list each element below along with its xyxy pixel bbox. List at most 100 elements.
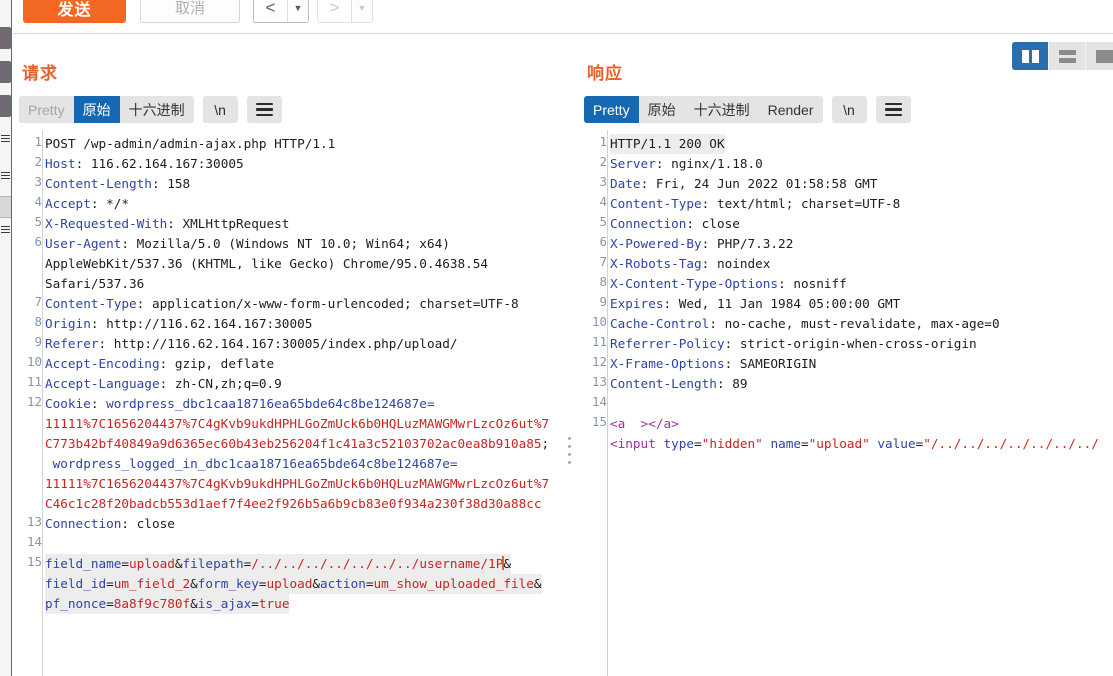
line-number: 7 (599, 254, 607, 269)
code-line: <input type="hidden" name="upload" value… (610, 434, 1099, 454)
response-editor[interactable]: 1 2 3 4 5 6 7 8 9 10 11 12 13 14 15 HTTP/1.1 200 OK Ser… (578, 130, 1113, 676)
code-span: 11111%7C1656204437%7C4gKvb9ukdHPHLGoZmUc… (45, 416, 550, 431)
side-tab-selected[interactable] (0, 196, 11, 218)
code-span: Expires (610, 296, 664, 311)
line-number: 1 (599, 134, 607, 149)
layout-vertical-split-button[interactable] (1012, 42, 1049, 70)
code-span: & (503, 556, 511, 571)
line-number: 11 (26, 374, 42, 389)
code-span: "hidden" (701, 436, 771, 451)
line-number: 5 (599, 214, 607, 229)
code-line: X-Content-Type-Options: nosniff (610, 274, 847, 294)
code-span: = (121, 556, 130, 571)
line-number: 10 (591, 314, 607, 329)
code-span: HTTP/1.1 200 OK (610, 136, 725, 151)
code-span: wordpress_logged_in_dbc1caa18716ea65bde6… (45, 456, 458, 471)
code-span: : XMLHttpRequest (167, 216, 290, 231)
code-span: 11111%7C1656204437%7C4gKvb9ukdHPHLGoZmUc… (45, 476, 550, 491)
code-span: X-Frame-Options (610, 356, 725, 371)
response-tab-2[interactable]: 十六进制 (685, 96, 759, 123)
code-span: & (312, 576, 321, 591)
code-line: Content-Length: 158 (45, 174, 190, 194)
code-span: <a ></a> (610, 416, 679, 431)
code-line: HTTP/1.1 200 OK (610, 134, 725, 154)
code-span: User-Agent (45, 236, 122, 251)
code-line: Safari/537.36 (45, 274, 144, 294)
code-span: : zh-CN,zh;q=0.9 (159, 376, 282, 391)
code-line: <a ></a> (610, 414, 679, 434)
code-span: : http://116.62.164.167:30005/index.php/… (98, 336, 458, 351)
response-menu-button[interactable] (875, 96, 911, 123)
code-line: Connection: close (610, 214, 740, 234)
code-span: name (770, 436, 801, 451)
response-newline-button[interactable]: \n (831, 96, 867, 123)
code-span: Cookie (45, 396, 91, 411)
request-menu-button[interactable] (246, 96, 282, 123)
code-line: Content-Length: 89 (610, 374, 748, 394)
line-number: 12 (26, 394, 42, 409)
code-line: Host: 116.62.164.167:30005 (45, 154, 244, 174)
back-dropdown-caret-icon[interactable]: ▼ (288, 0, 308, 22)
side-menu-icon-1[interactable] (0, 133, 11, 144)
request-newline-button[interactable]: \n (202, 96, 238, 123)
send-button[interactable]: 发送 (23, 0, 126, 23)
line-number: 4 (599, 194, 607, 209)
code-span: X-Powered-By (610, 236, 702, 251)
horizontal-split-icon (1058, 49, 1076, 63)
response-tab-0[interactable]: Pretty (584, 96, 639, 123)
layout-horizontal-split-button[interactable] (1049, 42, 1086, 70)
code-line: X-Powered-By: PHP/7.3.22 (610, 234, 793, 254)
line-number: 14 (26, 534, 42, 549)
code-span: : */* (90, 196, 130, 211)
side-tab-handle-3[interactable] (0, 95, 11, 117)
side-menu-icon-2[interactable] (0, 170, 11, 181)
code-span: Content-Type (45, 296, 137, 311)
code-span: : no-cache, must-revalidate, max-age=0 (709, 316, 1000, 331)
line-number: 12 (591, 354, 607, 369)
code-line: Date: Fri, 24 Jun 2022 01:58:58 GMT (610, 174, 877, 194)
side-tab-handle-2[interactable] (0, 61, 11, 83)
code-line: Expires: Wed, 11 Jan 1984 05:00:00 GMT (610, 294, 900, 314)
code-line: Referrer-Policy: strict-origin-when-cros… (610, 334, 977, 354)
code-span: = (106, 596, 114, 611)
code-line: C46c1c28f20badcb553d1aef7f4ee2f926b5a6b9… (45, 494, 542, 514)
code-line: Cookie: wordpress_dbc1caa18716ea65bde64c… (45, 394, 435, 414)
vertical-split-icon (1021, 49, 1039, 63)
line-number: 2 (599, 154, 607, 169)
line-number: 1 (34, 134, 42, 149)
code-line: Accept-Language: zh-CN,zh;q=0.9 (45, 374, 282, 394)
side-tab-handle-1[interactable] (0, 27, 11, 49)
back-button-group[interactable]: < ▼ (253, 0, 309, 23)
side-menu-icon-3[interactable] (0, 224, 11, 235)
code-span: : (90, 396, 107, 411)
code-line: C773b42bf40849a9d6365ec60b43eb256204f1c4… (45, 434, 557, 454)
request-editor[interactable]: 1 2 3 4 5 6 7 8 9 10 11 12 13 14 15 POST /wp-admin/adm… (13, 130, 598, 676)
line-number: 10 (26, 354, 42, 369)
panel-resize-handle[interactable] (566, 437, 572, 467)
repeater-toolbar: 发送 取消 < ▼ > ▼ (13, 0, 1113, 33)
forward-arrow-icon: > (329, 0, 340, 17)
response-tab-1[interactable]: 原始 (639, 96, 685, 123)
code-span: filepath (182, 556, 244, 571)
code-span: : PHP/7.3.22 (701, 236, 794, 251)
cancel-button: 取消 (140, 0, 240, 23)
request-view-tabs: Pretty 原始 十六进制 \n (19, 96, 282, 123)
request-tab-2[interactable]: 十六进制 (120, 96, 194, 123)
code-line: 11111%7C1656204437%7C4gKvb9ukdHPHLGoZmUc… (45, 414, 549, 434)
code-span: AppleWebKit/537.36 (KHTML, like Gecko) C… (45, 256, 489, 271)
request-tab-0[interactable]: Pretty (19, 96, 74, 123)
code-span: : text/html; charset=UTF-8 (701, 196, 901, 211)
response-tab-3[interactable]: Render (759, 96, 823, 123)
back-arrow-icon[interactable]: < (254, 0, 287, 22)
code-span: Date (610, 176, 641, 191)
code-span: Connection (45, 516, 122, 531)
layout-single-pane-button[interactable] (1086, 42, 1113, 70)
code-span: Safari/537.36 (45, 276, 145, 291)
line-number: 11 (591, 334, 607, 349)
code-span: Connection (610, 216, 687, 231)
line-number: 14 (591, 394, 607, 409)
line-number: 4 (34, 194, 42, 209)
request-tab-1[interactable]: 原始 (73, 96, 120, 123)
code-span: pf_nonce (45, 596, 107, 611)
code-span: : 158 (151, 176, 191, 191)
